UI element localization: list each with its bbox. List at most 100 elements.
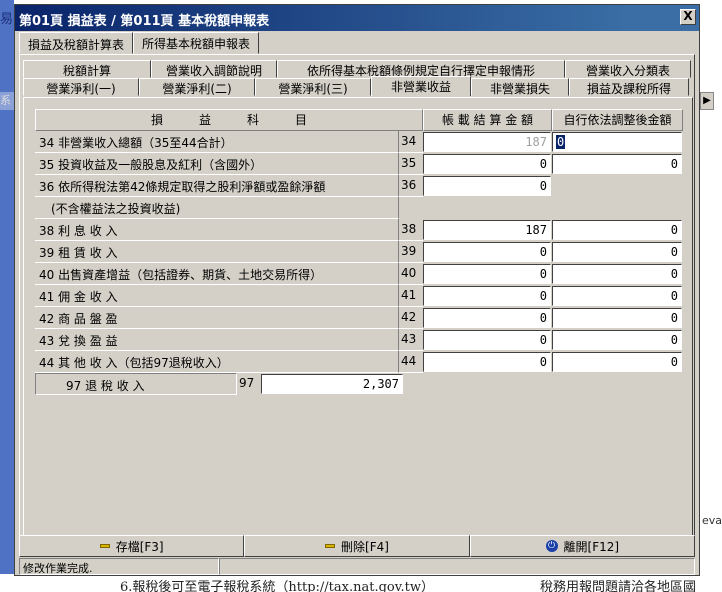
tax-refund-field[interactable]: 2,307 <box>261 374 403 394</box>
table-row: 43 兌 換 盈 益 43 0 0 <box>35 329 683 351</box>
tab-operating-income-3[interactable]: 營業淨利(三) <box>255 78 371 96</box>
row-label: 40 出售資產增益（包括證券、期貨、土地交易所得） <box>35 263 399 285</box>
row-code: 40 <box>399 263 423 285</box>
exit-icon: ⏻ <box>545 540 558 552</box>
window-titlebar[interactable]: 第01頁 損益表 / 第011頁 基本稅額申報表 X <box>15 5 699 31</box>
exit-label: 離開[F12] <box>563 539 620 554</box>
status-message: 修改作業完成. <box>19 558 219 575</box>
background-app-left-strip: 易 系 <box>0 0 14 592</box>
table-row: (不含權益法之投資收益) <box>35 197 683 219</box>
save-label: 存檔[F3] <box>115 539 164 554</box>
tax-refund-label: 97 退 稅 收 入 <box>35 373 237 395</box>
header-book-amount: 帳 載 結 算 金 額 <box>423 109 552 131</box>
tab-operating-income-2[interactable]: 營業淨利(二) <box>139 78 255 96</box>
row-code: 38 <box>399 219 423 241</box>
book-amount-field[interactable]: 0 <box>423 264 551 284</box>
tax-form-window: 第01頁 損益表 / 第011頁 基本稅額申報表 X 損益及稅額計算表 所得基本… <box>14 4 700 576</box>
background-bottom-text-left: 6.報稅後可至電子報稅系統（http://tax.nat.gov.tw） <box>120 580 435 592</box>
row-label: 41 佣 金 收 入 <box>35 285 399 307</box>
save-button[interactable]: 存檔[F3] <box>19 535 245 557</box>
book-amount-field[interactable]: 187 <box>423 132 551 152</box>
tab-revenue-adjustment[interactable]: 營業收入調節說明 <box>151 60 277 78</box>
tab-non-operating-revenue[interactable]: 非營業收益 <box>371 76 471 96</box>
row-label: 42 商 品 盤 盈 <box>35 307 399 329</box>
adjusted-amount-field[interactable]: 0 <box>552 264 682 284</box>
tab-revenue-classification[interactable]: 營業收入分類表 <box>565 60 691 78</box>
adjusted-amount-field[interactable]: 0 <box>552 308 682 328</box>
adjusted-amount-field[interactable]: 0 <box>552 330 682 350</box>
adjusted-amount-field[interactable]: 0 <box>552 154 682 174</box>
background-scroll-arrow-icon[interactable]: ▶ <box>700 92 714 110</box>
book-amount-field[interactable]: 0 <box>423 176 551 196</box>
delete-button[interactable]: 刪除[F4] <box>244 535 470 557</box>
tab-operating-income-1[interactable]: 營業淨利(一) <box>23 78 139 96</box>
tab-income-tax-calc[interactable]: 損益及稅額計算表 <box>19 32 134 54</box>
book-amount-field[interactable]: 0 <box>423 308 551 328</box>
table-row: 36 依所得稅法第42條規定取得之股利淨額或盈餘淨額 36 0 <box>35 175 683 197</box>
adjusted-amount-field[interactable]: 0 <box>552 242 682 262</box>
table-row: 38 利 息 收 入 38 187 0 <box>35 219 683 241</box>
book-amount-field[interactable]: 0 <box>423 154 551 174</box>
table-row: 40 出售資產增益（包括證券、期貨、土地交易所得） 40 0 0 <box>35 263 683 285</box>
row-code: 35 <box>399 153 423 175</box>
top-tab-bar: 損益及稅額計算表 所得基本稅額申報表 <box>19 32 260 54</box>
row-label: 44 其 他 收 入（包括97退稅收入） <box>35 351 399 373</box>
book-amount-field[interactable]: 0 <box>423 286 551 306</box>
tab-row-2: 營業淨利(一) 營業淨利(二) 營業淨利(三) 非營業收益 非營業損失 損益及課… <box>23 76 689 96</box>
row-label: 35 投資收益及一般股息及紅利（含國外） <box>35 153 399 175</box>
header-item: 損 益 科 目 <box>35 109 423 131</box>
header-adjusted-amount: 自行依法調整後金額 <box>552 109 683 131</box>
book-amount-field[interactable]: 187 <box>423 220 551 240</box>
book-amount-field[interactable]: 0 <box>423 242 551 262</box>
background-app-right-strip: ▶ eva <box>700 0 722 592</box>
tab-profit-and-taxable-income[interactable]: 損益及課稅所得 <box>569 78 689 96</box>
status-extra <box>219 558 695 575</box>
tab-non-operating-loss[interactable]: 非營業損失 <box>471 78 569 96</box>
row-label: 39 租 賃 收 入 <box>35 241 399 263</box>
close-button[interactable]: X <box>680 9 696 25</box>
book-amount-field[interactable]: 0 <box>423 352 551 372</box>
adjusted-amount-field[interactable]: 0 <box>552 132 682 152</box>
row-code: 42 <box>399 307 423 329</box>
adjusted-amount-field[interactable]: 0 <box>552 352 682 372</box>
tab-basic-tax-return[interactable]: 所得基本稅額申報表 <box>133 32 260 54</box>
background-text-fragment: eva <box>702 514 722 527</box>
table-row: 34 非營業收入總額（35至44合計） 34 187 0 <box>35 131 683 153</box>
tab-tax-calc[interactable]: 稅額計算 <box>23 60 151 78</box>
adjusted-amount-field[interactable]: 0 <box>552 286 682 306</box>
row-label: 38 利 息 收 入 <box>35 219 399 241</box>
tab-row-1: 稅額計算 營業收入調節說明 依所得基本稅額條例規定自行擇定申報情形 營業收入分類… <box>23 60 691 78</box>
table-row: 41 佣 金 收 入 41 0 0 <box>35 285 683 307</box>
row-label: 36 依所得稅法第42條規定取得之股利淨額或盈餘淨額 <box>35 175 399 197</box>
background-tab-fragment: 系 <box>0 92 14 110</box>
row-code: 34 <box>399 131 423 153</box>
table-row: 44 其 他 收 入（包括97退稅收入） 44 0 0 <box>35 351 683 373</box>
tax-refund-row: 97 退 稅 收 入 97 2,307 <box>35 373 405 395</box>
row-code: 44 <box>399 351 423 373</box>
delete-label: 刪除[F4] <box>341 539 389 554</box>
row-code: 41 <box>399 285 423 307</box>
row-code: 43 <box>399 329 423 351</box>
tax-refund-code: 97 <box>239 376 255 390</box>
window-title: 第01頁 損益表 / 第011頁 基本稅額申報表 <box>19 14 270 29</box>
row-label: 34 非營業收入總額（35至44合計） <box>35 131 399 153</box>
status-bar: 修改作業完成. <box>19 558 695 575</box>
form-content: 損 益 科 目 帳 載 結 算 金 額 自行依法調整後金額 34 非營業收入總額… <box>23 97 693 541</box>
button-bar: 存檔[F3] 刪除[F4] ⏻ 離開[F12] <box>19 535 695 557</box>
table-row: 42 商 品 盤 盈 42 0 0 <box>35 307 683 329</box>
table-row: 39 租 賃 收 入 39 0 0 <box>35 241 683 263</box>
book-amount-field[interactable]: 0 <box>423 330 551 350</box>
background-glyph: 易 <box>0 12 14 27</box>
row-label: (不含權益法之投資收益) <box>35 197 399 219</box>
background-bottom-text: 6.報稅後可至電子報稅系統（http://tax.nat.gov.tw） 稅務用… <box>0 574 722 592</box>
row-code: 39 <box>399 241 423 263</box>
background-bottom-text-right: 稅務用報問題請洽各地區國 <box>540 580 697 592</box>
save-icon <box>99 544 110 548</box>
row-label: 43 兌 換 盈 益 <box>35 329 399 351</box>
delete-icon <box>325 544 336 548</box>
adjusted-amount-value: 0 <box>556 135 566 149</box>
adjusted-amount-field[interactable]: 0 <box>552 220 682 240</box>
table-row: 35 投資收益及一般股息及紅利（含國外） 35 0 0 <box>35 153 683 175</box>
row-code: 36 <box>399 175 423 197</box>
exit-button[interactable]: ⏻ 離開[F12] <box>469 535 695 557</box>
